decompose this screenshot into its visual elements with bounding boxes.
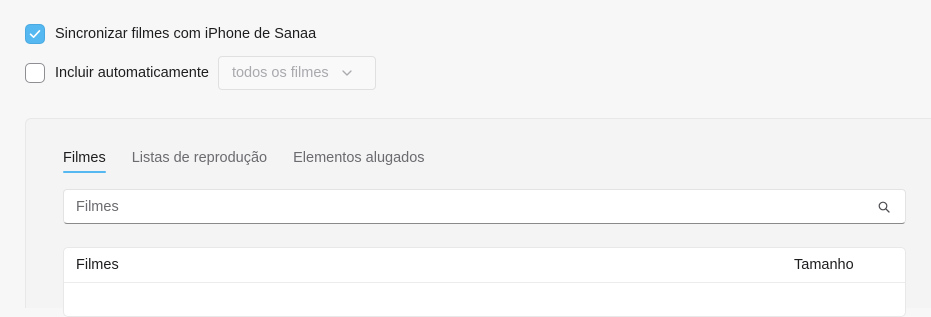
table-header: Filmes Tamanho [64, 248, 905, 283]
auto-include-row[interactable]: Incluir automaticamente todos os filmes [25, 56, 376, 90]
checkmark-icon [29, 30, 41, 38]
search-placeholder: Filmes [76, 198, 119, 215]
search-input[interactable]: Filmes [63, 189, 906, 224]
movies-table: Filmes Tamanho [63, 247, 906, 317]
tab-elementos-alugados[interactable]: Elementos alugados [293, 150, 424, 166]
tab-bar: Filmes Listas de reprodução Elementos al… [63, 150, 451, 173]
column-header-tamanho[interactable]: Tamanho [794, 257, 854, 273]
tab-filmes-label: Filmes [63, 150, 106, 166]
auto-include-select-value: todos os filmes [231, 65, 329, 81]
auto-include-checkbox[interactable] [25, 63, 45, 83]
sync-movies-row[interactable]: Sincronizar filmes com iPhone de Sanaa [25, 24, 316, 44]
column-header-filmes[interactable]: Filmes [76, 257, 119, 273]
movies-panel: Filmes Listas de reprodução Elementos al… [25, 118, 931, 317]
tab-elementos-label: Elementos alugados [293, 150, 425, 166]
search-icon[interactable] [878, 201, 890, 217]
sync-movies-checkbox[interactable] [25, 24, 45, 44]
tab-listas-label: Listas de reprodução [131, 150, 268, 166]
auto-include-label: Incluir automaticamente [55, 65, 209, 81]
sync-movies-label: Sincronizar filmes com iPhone de Sanaa [55, 26, 317, 42]
tab-listas-de-reproducao[interactable]: Listas de reprodução [132, 150, 267, 166]
auto-include-select[interactable]: todos os filmes [217, 56, 376, 90]
tab-filmes[interactable]: Filmes [63, 150, 106, 173]
chevron-down-icon [342, 70, 352, 76]
active-tab-indicator [63, 171, 106, 173]
